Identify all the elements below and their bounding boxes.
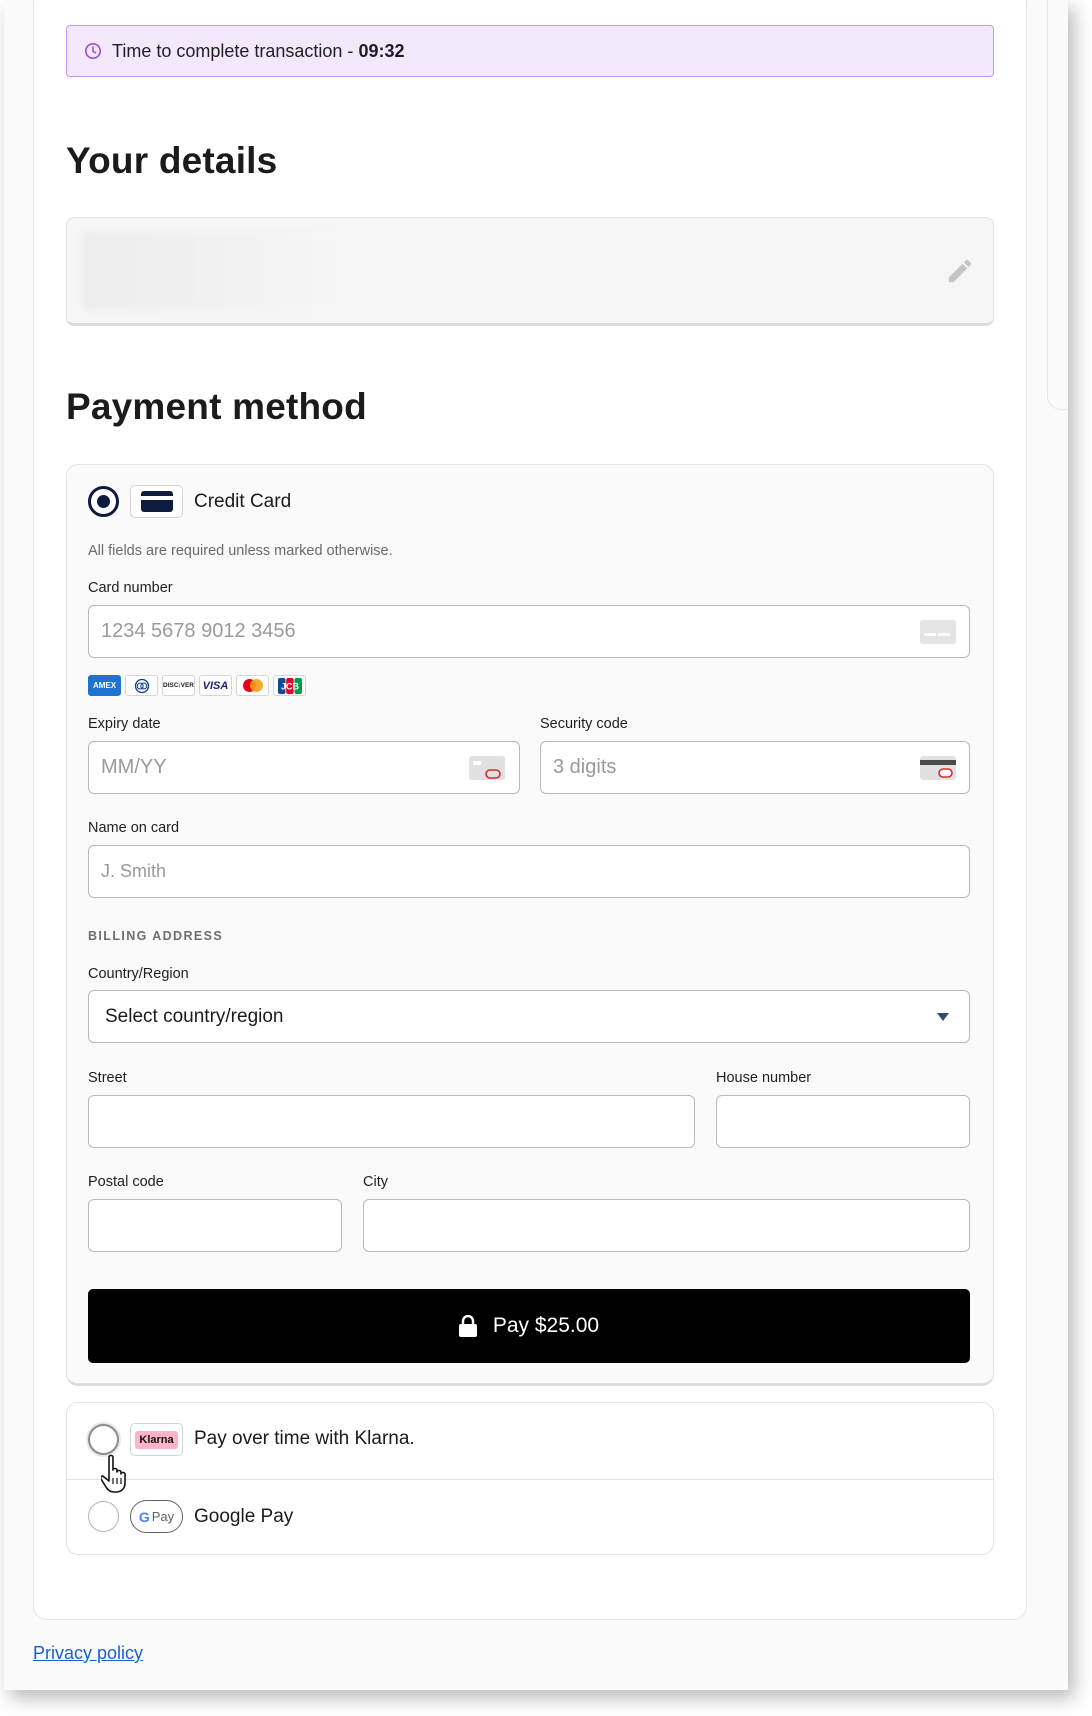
country-region-value: Select country/region bbox=[105, 1005, 284, 1027]
google-pay-logo: G Pay bbox=[130, 1500, 183, 1533]
expiry-date-label: Expiry date bbox=[88, 716, 161, 732]
city-input[interactable] bbox=[363, 1199, 970, 1252]
timer-value: 09:32 bbox=[358, 40, 405, 61]
accepted-card-brands: AMEX DISC VER VISA JCB bbox=[88, 675, 306, 696]
diners-club-icon bbox=[125, 675, 158, 696]
credit-card-label: Credit Card bbox=[194, 491, 292, 512]
credit-card-radio[interactable] bbox=[88, 486, 119, 517]
house-number-label: House number bbox=[716, 1070, 812, 1086]
card-placeholder-icon bbox=[920, 620, 956, 644]
name-on-card-input[interactable] bbox=[88, 845, 970, 898]
klarna-label: Pay over time with Klarna. bbox=[194, 1428, 415, 1449]
card-cvc-icon bbox=[920, 756, 956, 780]
security-code-input[interactable] bbox=[540, 741, 970, 794]
pay-button-label: Pay $25.00 bbox=[492, 1314, 600, 1337]
discover-icon: DISC VER bbox=[162, 675, 195, 696]
pencil-icon[interactable] bbox=[945, 256, 975, 286]
required-fields-note: All fields are required unless marked ot… bbox=[88, 543, 393, 559]
street-label: Street bbox=[88, 1070, 127, 1086]
card-number-input[interactable] bbox=[88, 605, 970, 658]
google-pay-label: Google Pay bbox=[194, 1506, 294, 1527]
name-on-card-label: Name on card bbox=[88, 820, 180, 836]
clock-icon bbox=[85, 43, 101, 59]
alternative-payment-methods bbox=[66, 1402, 994, 1555]
side-panel-edge bbox=[1047, 0, 1068, 410]
country-region-select[interactable]: Select country/region bbox=[88, 990, 970, 1043]
google-g-icon: G bbox=[138, 1508, 150, 1525]
street-input[interactable] bbox=[88, 1095, 695, 1148]
pay-button[interactable]: Pay $25.00 bbox=[88, 1289, 970, 1363]
card-number-label: Card number bbox=[88, 580, 173, 596]
timer-label: Time to complete transaction - bbox=[112, 40, 354, 61]
card-expiry-icon bbox=[469, 756, 505, 780]
lock-icon bbox=[458, 1315, 477, 1337]
house-number-input[interactable] bbox=[716, 1095, 970, 1148]
billing-address-heading: BILLING ADDRESS bbox=[88, 929, 224, 943]
expiry-date-input[interactable] bbox=[88, 741, 520, 794]
chevron-down-icon bbox=[937, 1013, 949, 1021]
google-pay-radio[interactable] bbox=[88, 1501, 119, 1532]
postal-code-label: Postal code bbox=[88, 1174, 164, 1190]
country-region-label: Country/Region bbox=[88, 966, 189, 982]
city-label: City bbox=[363, 1174, 388, 1190]
your-details-heading: Your details bbox=[66, 140, 278, 181]
mastercard-icon bbox=[236, 675, 269, 696]
klarna-logo: Klarna bbox=[130, 1423, 183, 1456]
amex-icon: AMEX bbox=[88, 675, 121, 696]
google-pay-logo-text: Pay bbox=[151, 1509, 175, 1524]
visa-icon: VISA bbox=[199, 675, 232, 696]
divider bbox=[67, 1479, 993, 1480]
klarna-logo-text: Klarna bbox=[135, 1430, 178, 1449]
payment-method-heading: Payment method bbox=[66, 386, 367, 427]
credit-card-icon bbox=[130, 485, 183, 518]
hand-pointer-icon bbox=[101, 1454, 126, 1493]
jcb-icon: JCB bbox=[273, 675, 306, 696]
svg-text:JCB: JCB bbox=[280, 681, 299, 691]
security-code-label: Security code bbox=[540, 716, 628, 732]
details-summary-box bbox=[66, 217, 994, 326]
privacy-policy-link[interactable]: Privacy policy bbox=[33, 1643, 143, 1664]
postal-code-input[interactable] bbox=[88, 1199, 342, 1252]
redacted-details bbox=[81, 232, 351, 310]
transaction-timer-banner: Time to complete transaction - 09:32 bbox=[66, 25, 994, 77]
klarna-radio[interactable] bbox=[88, 1424, 119, 1455]
